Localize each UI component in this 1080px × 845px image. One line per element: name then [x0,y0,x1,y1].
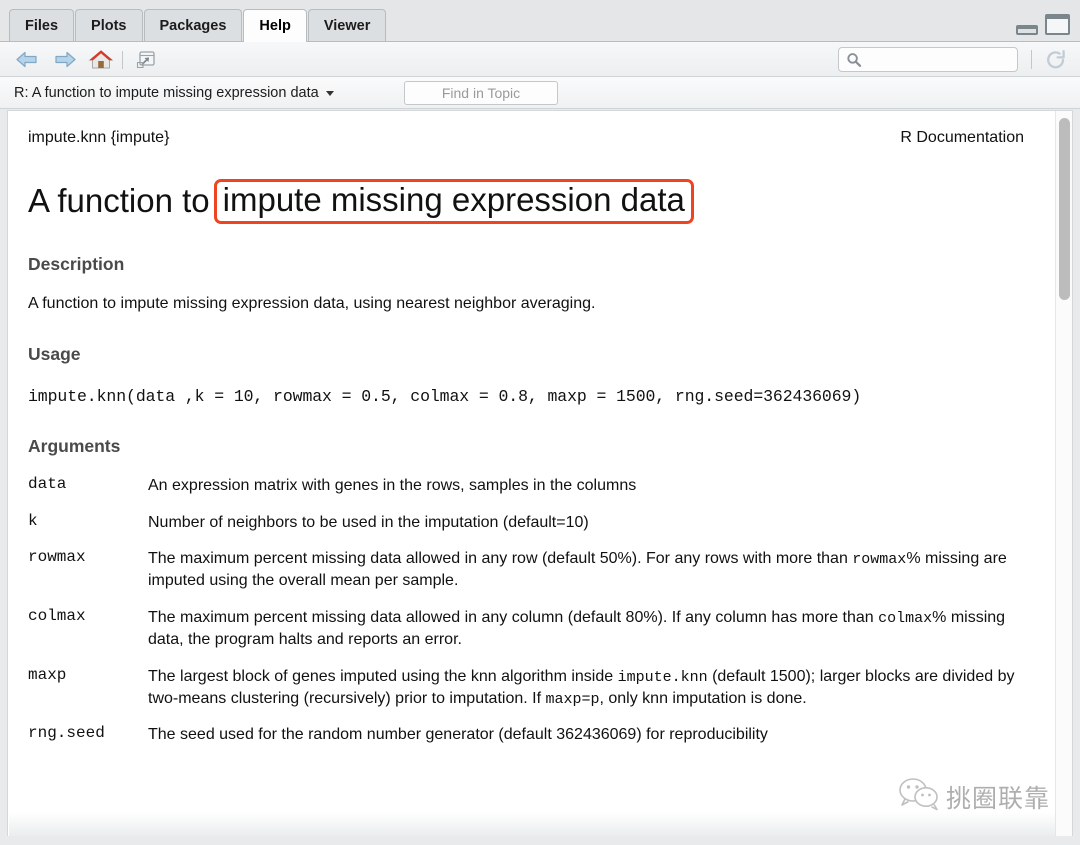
topic-package-label: impute.knn {impute} [28,129,170,146]
scrollbar-thumb[interactable] [1059,118,1070,300]
argument-row: data An expression matrix with genes in t… [28,475,1038,511]
description-text: A function to impute missing expression … [28,294,596,312]
window-controls [1016,14,1070,35]
vertical-scrollbar[interactable] [1055,111,1072,837]
document-header: impute.knn {impute} R Documentation [28,129,1034,147]
chevron-down-icon [325,90,334,96]
home-icon[interactable] [88,47,114,72]
topic-title-label: R: A function to impute missing expressi… [14,85,319,101]
find-in-topic-box[interactable] [404,81,558,105]
back-arrow-icon[interactable] [14,47,40,72]
help-content-pane: impute.knn {impute} R Documentation A fu… [7,110,1073,838]
search-box[interactable] [838,47,1018,72]
argument-row: colmax The maximum percent missing data a… [28,607,1038,666]
argument-name: data [28,475,67,494]
description-fragment: The maximum percent missing data allowed… [148,550,853,568]
minimize-icon[interactable] [1016,25,1038,35]
description-fragment: , only knn imputation is done. [599,689,807,707]
argument-description: The maximum percent missing data allowed… [148,548,1038,607]
document-body: impute.knn {impute} R Documentation A fu… [8,111,1056,838]
search-icon [846,52,862,68]
page-title-prefix: A function to [28,182,210,220]
tab-viewer[interactable]: Viewer [307,9,387,41]
toolbar-divider [122,51,123,69]
window-bottom-strip [0,836,1080,845]
arguments-heading: Arguments [28,436,121,457]
r-documentation-label: R Documentation [900,129,1024,146]
usage-code-block: impute.knn(data ,k = 10, rowmax = 0.5, c… [28,387,862,407]
tab-help[interactable]: Help [243,9,307,42]
argument-name: colmax [28,606,86,625]
topic-bar: R: A function to impute missing expressi… [0,77,1080,109]
description-fragment: The seed used for the random number gene… [148,726,768,744]
description-fragment: The largest block of genes imputed using… [148,667,618,685]
argument-row: k Number of neighbors to be used in the i… [28,512,1038,548]
page-title: A function to impute missing expression … [28,179,1034,224]
description-fragment: The maximum percent missing data allowed… [148,608,879,626]
argument-name: rng.seed [28,724,105,743]
tab-packages[interactable]: Packages [143,9,243,41]
toolbar-divider-2 [1031,50,1032,69]
tab-plots[interactable]: Plots [75,9,143,41]
popout-window-icon[interactable] [133,49,157,71]
search-input[interactable] [866,48,1011,71]
refresh-icon[interactable] [1044,48,1068,72]
argument-description: The largest block of genes imputed using… [148,666,1038,725]
usage-heading: Usage [28,344,81,365]
argument-row: rowmax The maximum percent missing data a… [28,548,1038,607]
forward-arrow-icon[interactable] [52,47,78,72]
inline-code: colmax [878,609,933,627]
tab-files[interactable]: Files [9,9,75,41]
argument-row: maxp The largest block of genes imputed u… [28,666,1038,725]
arguments-table: data An expression matrix with genes in t… [28,475,1038,761]
find-in-topic-input[interactable] [405,82,557,104]
page-title-highlight-box: impute missing expression data [213,179,694,224]
argument-description: The seed used for the random number gene… [148,724,1038,760]
inline-code: impute.knn [617,668,708,686]
help-window: Files Plots Packages Help Viewer R: A fu… [0,0,1080,845]
argument-description: The maximum percent missing data allowed… [148,607,1038,666]
topic-dropdown[interactable]: R: A function to impute missing expressi… [14,81,334,105]
description-fragment: Number of neighbors to be used in the im… [148,513,589,531]
argument-name: k [28,511,38,530]
inline-code: rowmax [852,551,907,569]
argument-name: rowmax [28,548,86,567]
pane-tab-bar: Files Plots Packages Help Viewer [0,0,1080,42]
inline-code: maxp=p [545,690,600,708]
description-heading: Description [28,253,125,274]
argument-description: An expression matrix with genes in the r… [148,475,1038,511]
argument-name: maxp [28,665,67,684]
maximize-icon[interactable] [1045,14,1070,35]
argument-row: rng.seed The seed used for the random num… [28,724,1038,760]
navigation-toolbar [0,42,1080,77]
argument-description: Number of neighbors to be used in the im… [148,512,1038,548]
description-fragment: An expression matrix with genes in the r… [148,477,637,495]
